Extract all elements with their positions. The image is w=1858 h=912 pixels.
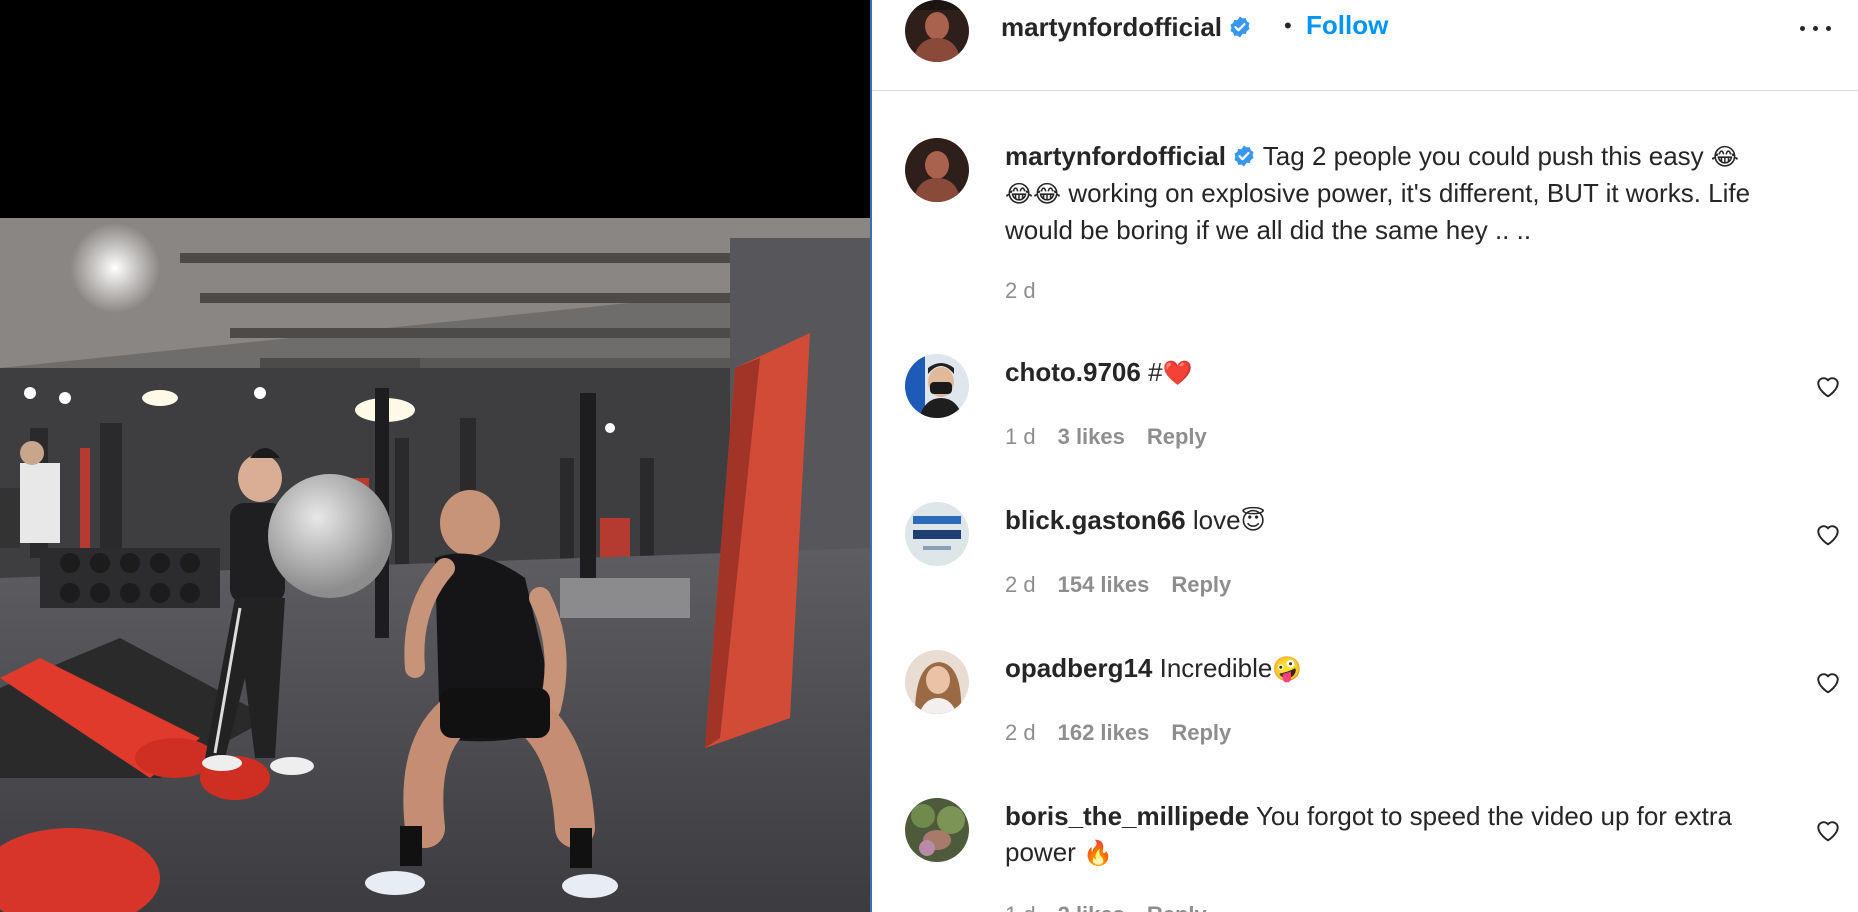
heart-icon[interactable] [1815,670,1841,694]
comment-timestamp[interactable]: 2 d [1005,720,1036,745]
post-media[interactable] [0,0,870,912]
heart-emoji: ❤️ [1162,359,1193,387]
follow-button[interactable]: Follow [1306,10,1388,41]
fire-emoji: 🔥 [1083,839,1113,867]
comment-text: opadberg14 Incredible🤪 [1005,653,1303,683]
post-header: martynfordofficial • Follow [872,0,1858,91]
caption-timestamp[interactable]: 2 d [1005,278,1036,303]
commenter-username[interactable]: boris_the_millipede [1005,801,1249,831]
verified-badge-icon [1230,16,1250,38]
comment-item: opadberg14 Incredible🤪 2 d 162 likes Reply [872,650,1858,760]
heart-icon[interactable] [1815,522,1841,546]
caption-text: martynfordofficial Tag 2 people you coul… [1005,141,1751,245]
comment-text: boris_the_millipede You forgot to speed … [1005,801,1732,867]
caption-meta: 2 d [1005,278,1058,304]
post-caption: martynfordofficial Tag 2 people you coul… [872,138,1858,308]
comment-item: blick.gaston66 love😇 2 d 154 likes Reply [872,502,1858,612]
comment-timestamp[interactable]: 2 d [1005,572,1036,597]
reply-button[interactable]: Reply [1171,572,1231,597]
reply-button[interactable]: Reply [1171,720,1231,745]
gym-video-frame[interactable] [0,218,870,912]
heart-icon[interactable] [1815,374,1841,398]
reply-button[interactable]: Reply [1147,424,1207,449]
commenter-avatar[interactable] [905,798,969,862]
header-separator: • [1284,13,1292,38]
author-username[interactable]: martynfordofficial [1001,12,1252,43]
reply-button[interactable]: Reply [1147,902,1207,912]
zany-face-emoji: 🤪 [1272,655,1303,683]
commenter-avatar[interactable] [905,354,969,418]
comment-meta: 1 d 2 likes Reply [1005,902,1229,912]
commenter-username[interactable]: blick.gaston66 [1005,505,1186,535]
comment-item: boris_the_millipede You forgot to speed … [872,798,1858,912]
comment-meta: 2 d 162 likes Reply [1005,720,1253,746]
comment-item: choto.9706 #❤️ 1 d 3 likes Reply [872,354,1858,464]
commenter-username[interactable]: choto.9706 [1005,357,1141,387]
comment-likes[interactable]: 3 likes [1058,424,1125,449]
comment-text: choto.9706 #❤️ [1005,357,1193,387]
heart-icon[interactable] [1815,818,1841,842]
caption-username[interactable]: martynfordofficial [1005,141,1226,171]
commenter-username[interactable]: opadberg14 [1005,653,1152,683]
author-avatar[interactable] [905,0,969,62]
smiling-halo-emoji: 😇 [1240,507,1266,535]
more-options-icon[interactable] [1796,16,1836,40]
verified-badge-icon [1234,145,1254,167]
comment-meta: 1 d 3 likes Reply [1005,424,1229,450]
commenter-avatar[interactable] [905,650,969,714]
laughing-emoji: 😂 [1033,180,1062,208]
caption-author-avatar[interactable] [905,138,969,202]
comment-timestamp[interactable]: 1 d [1005,902,1036,912]
comment-likes[interactable]: 2 likes [1058,902,1125,912]
comment-likes[interactable]: 154 likes [1058,572,1150,597]
comment-timestamp[interactable]: 1 d [1005,424,1036,449]
commenter-avatar[interactable] [905,502,969,566]
comment-text: blick.gaston66 love😇 [1005,505,1266,535]
comment-likes[interactable]: 162 likes [1058,720,1150,745]
comment-meta: 2 d 154 likes Reply [1005,572,1253,598]
